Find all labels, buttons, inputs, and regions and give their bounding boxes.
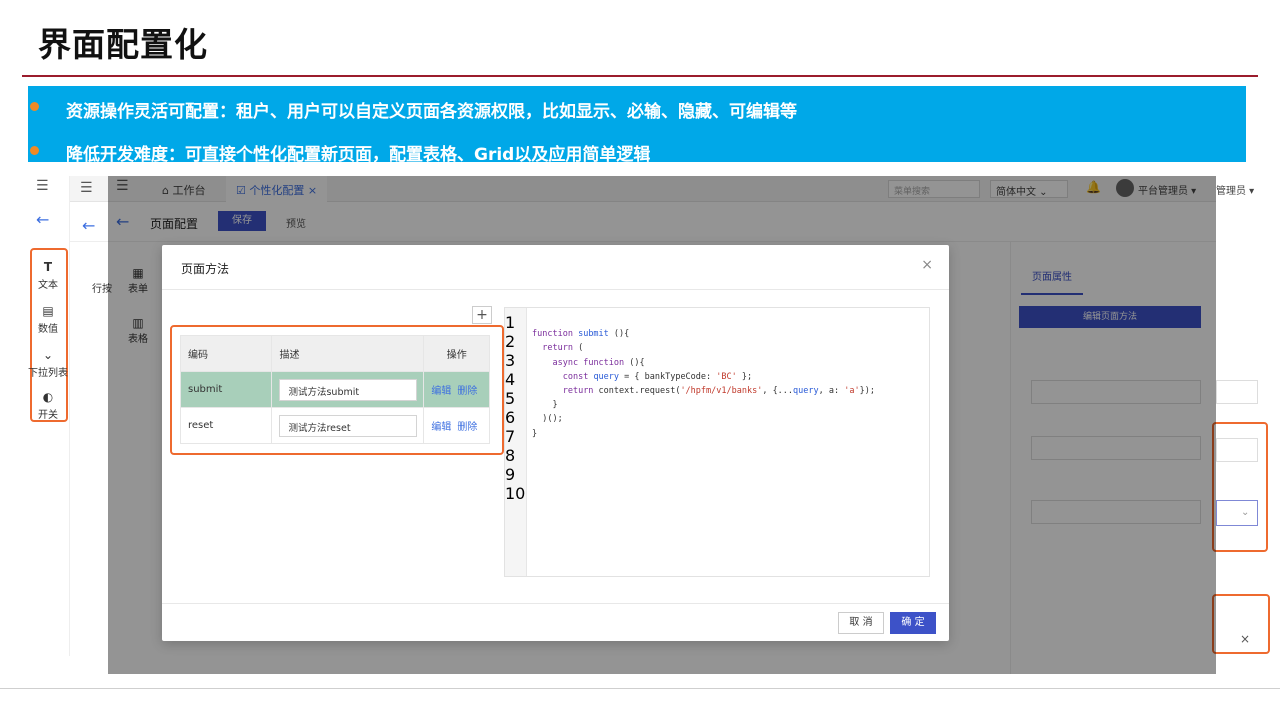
- divider: [162, 603, 949, 604]
- property-select[interactable]: ⌄: [1216, 500, 1258, 526]
- code-line: )();: [532, 414, 563, 425]
- add-method-button[interactable]: +: [472, 306, 492, 324]
- slide-title: 界面配置化: [38, 25, 208, 64]
- close-icon[interactable]: ×: [921, 257, 933, 273]
- bullet-dot: [30, 146, 39, 155]
- bullet-dot: [30, 102, 39, 111]
- title-divider: [22, 75, 1258, 77]
- table-row[interactable]: reset 测试方法reset 编辑 删除: [179, 407, 490, 444]
- method-code: reset: [179, 407, 273, 444]
- user-name-cut: 管理员: [1216, 186, 1246, 197]
- close-icon[interactable]: ×: [1240, 632, 1250, 646]
- confirm-button[interactable]: 确 定: [890, 612, 936, 634]
- palette-number[interactable]: ▤ 数值: [28, 304, 68, 335]
- back-arrow-icon[interactable]: ←: [82, 216, 95, 235]
- dialog-title: 页面方法: [181, 262, 230, 276]
- palette-text[interactable]: T 文本: [28, 260, 68, 291]
- number-icon: ▤: [42, 304, 54, 318]
- palette-switch-label: 开关: [38, 410, 58, 421]
- bottom-divider: [0, 688, 1280, 689]
- feature-banner: 资源操作灵活可配置：租户、用户可以自定义页面各资源权限，比如显示、必输、隐藏、可…: [28, 86, 1246, 165]
- property-input[interactable]: [1216, 438, 1258, 462]
- line-number: 1: [505, 313, 516, 332]
- column-header-description: 描述: [271, 335, 425, 372]
- table-header-row: 编码 描述 操作: [179, 335, 490, 372]
- method-table: 编码 描述 操作 submit 测试方法submit 编辑 删除 reset 测试…: [179, 335, 490, 444]
- text-icon: T: [43, 260, 53, 274]
- method-actions: 编辑 删除: [423, 407, 490, 444]
- method-description-cell: 测试方法reset: [271, 407, 425, 444]
- code-line: return context.request('/hpfm/v1/banks',…: [562, 385, 875, 396]
- code-line: }: [532, 428, 538, 439]
- delete-link[interactable]: 删除: [457, 386, 477, 397]
- line-numbers: 1 2 3 4 5 6 7 8 9 10: [505, 313, 527, 503]
- component-palette: ☰ ← T 文本 ▤ 数值 ⌄ 下拉列表 ◐ 开关: [28, 176, 70, 656]
- line-number: 5: [505, 389, 516, 408]
- code-line: function submit (){: [532, 329, 630, 340]
- line-number: 4: [505, 370, 516, 389]
- menu-icon[interactable]: ☰: [80, 180, 93, 196]
- code-content[interactable]: function submit (){ return ( async funct…: [532, 313, 875, 455]
- edit-link[interactable]: 编辑: [431, 422, 451, 433]
- line-number: 10: [505, 484, 526, 503]
- dropdown-icon: ⌄: [42, 348, 54, 362]
- bullet-text-1: 资源操作灵活可配置：租户、用户可以自定义页面各资源权限，比如显示、必输、隐藏、可…: [66, 102, 797, 122]
- menu-icon[interactable]: ☰: [36, 178, 49, 194]
- method-description-cell: 测试方法submit: [271, 371, 425, 408]
- switch-icon: ◐: [42, 390, 54, 404]
- line-number: 8: [505, 446, 516, 465]
- code-editor[interactable]: 1 2 3 4 5 6 7 8 9 10 function submit (){ return (…: [504, 307, 930, 577]
- bullet-text-2: 降低开发难度：可直接个性化配置新页面，配置表格、Grid以及应用简单逻辑: [66, 145, 651, 165]
- line-number: 9: [505, 465, 516, 484]
- method-actions: 编辑 删除: [423, 371, 490, 408]
- method-description-input[interactable]: 测试方法reset: [279, 414, 418, 437]
- user-menu-cut[interactable]: 管理员 ▾: [1216, 182, 1254, 197]
- page-methods-dialog: 页面方法 × + 编码 描述 操作 submit 测试方法submit 编辑 删除…: [162, 245, 949, 641]
- palette-switch[interactable]: ◐ 开关: [28, 390, 68, 421]
- code-line: async function (){: [552, 357, 645, 368]
- table-row[interactable]: submit 测试方法submit 编辑 删除: [179, 371, 490, 408]
- back-arrow-icon[interactable]: ←: [36, 210, 49, 229]
- line-number: 2: [505, 332, 516, 351]
- property-input[interactable]: [1216, 380, 1258, 404]
- method-code: submit: [179, 371, 273, 408]
- code-line: return (: [542, 343, 584, 354]
- delete-link[interactable]: 删除: [457, 422, 477, 433]
- palette-number-label: 数值: [38, 324, 58, 335]
- palette-dropdown[interactable]: ⌄ 下拉列表: [28, 348, 68, 379]
- palette-dropdown-label: 下拉列表: [28, 368, 68, 379]
- cancel-button[interactable]: 取 消: [838, 612, 884, 634]
- line-number: 7: [505, 427, 516, 446]
- line-number: 6: [505, 408, 516, 427]
- column-header-code: 编码: [179, 335, 273, 372]
- divider: [162, 289, 949, 290]
- palette-text-label: 文本: [38, 280, 58, 291]
- column-header-actions: 操作: [423, 335, 490, 372]
- code-line: }: [532, 400, 558, 411]
- method-description-input[interactable]: 测试方法submit: [279, 378, 418, 401]
- edit-link[interactable]: 编辑: [431, 386, 451, 397]
- code-line: const query = { bankTypeCode: 'BC' };: [562, 371, 753, 382]
- line-number: 3: [505, 351, 516, 370]
